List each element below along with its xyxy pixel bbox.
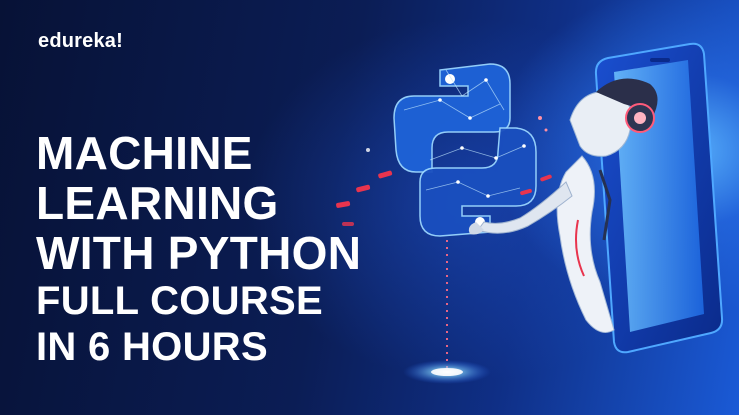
title-line-1: MACHINE [36,127,253,179]
title-line-4: FULL COURSE [36,279,324,323]
thumbnail-canvas: edureka! MACHINE LEARNING WITH PYTHON FU… [0,0,739,415]
brand-logo: edureka! [38,30,123,52]
course-title: MACHINE LEARNING WITH PYTHON FULL COURSE… [36,128,361,370]
python-logo-icon [393,63,537,237]
title-line-2: LEARNING [36,177,279,229]
title-line-5: IN 6 HOURS [36,325,268,369]
title-line-3: WITH PYTHON [36,227,362,279]
